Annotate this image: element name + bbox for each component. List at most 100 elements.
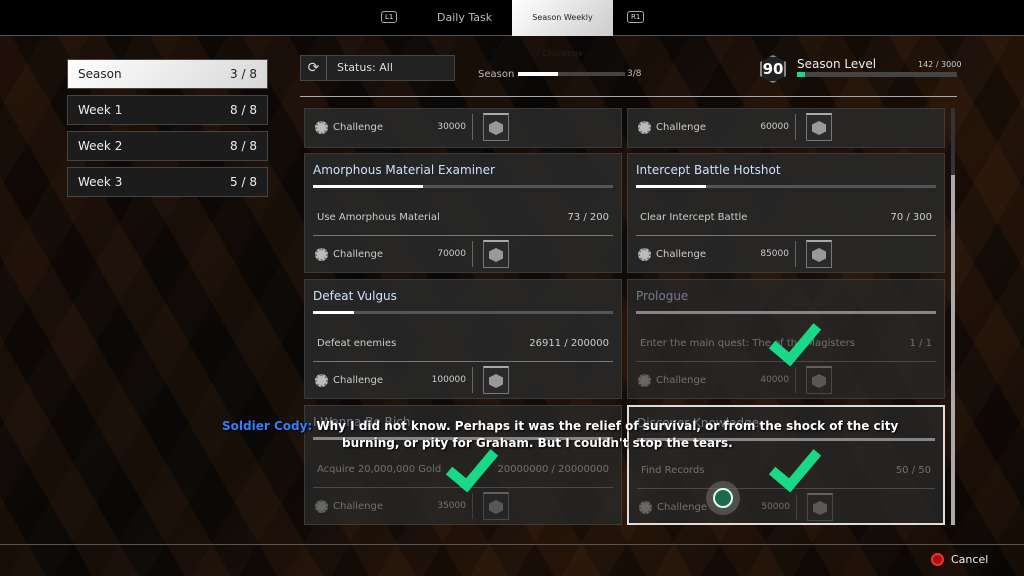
sidebar-item-label: Season: [78, 67, 122, 81]
top-tab-bar: L1 Daily Task Season Weekly Challenge R1: [0, 0, 1024, 58]
cancel-button[interactable]: Cancel: [931, 553, 988, 566]
status-filter-button[interactable]: ⟳ Status: All: [300, 55, 455, 81]
card-title-area: Intercept Battle Hotshot: [628, 154, 944, 196]
subtitle-line-2: burning, or pity for Graham. But I could…: [342, 436, 733, 450]
cancel-label: Cancel: [951, 553, 989, 566]
season-progress-value: 3/8: [627, 69, 642, 79]
gear-icon: [315, 247, 328, 261]
divider: [300, 96, 957, 97]
challenge-card[interactable]: Challenge 60000: [627, 108, 945, 148]
task-progress: 20000000 / 20000000: [497, 464, 609, 475]
card-progress-bar: [636, 185, 936, 188]
l1-button-icon[interactable]: L1: [381, 11, 398, 23]
card-progress-bar: [313, 185, 613, 188]
reward-points: 85000: [736, 241, 796, 267]
season-level-value: 142 / 3000: [918, 60, 962, 69]
subtitle-speaker: Soldier Cody:: [222, 419, 313, 433]
card-title: Defeat Vulgus: [313, 289, 397, 303]
task-description: Enter the main quest: The of the Magiste…: [640, 338, 855, 349]
reward-points: 30000: [413, 114, 473, 140]
season-progress-bar: [518, 72, 625, 76]
checkmark-icon: [434, 445, 494, 495]
reward-item-icon[interactable]: [806, 366, 832, 394]
reward-item-icon[interactable]: [806, 113, 832, 141]
cursor: [706, 481, 740, 515]
reward-label: Challenge: [656, 121, 706, 133]
scrollbar-thumb[interactable]: [951, 175, 955, 525]
reward-label: Challenge: [656, 248, 706, 260]
card-progress-bar: [636, 311, 936, 314]
reward-row: Challenge 70000: [305, 236, 621, 272]
sidebar-item-label: Week 3: [78, 175, 123, 189]
reward-label: Challenge: [333, 248, 383, 260]
gear-icon: [638, 373, 651, 387]
checkmark-icon: [757, 319, 817, 369]
sidebar-item-label: Week 2: [78, 139, 123, 153]
card-title-area: Defeat Vulgus: [305, 280, 621, 322]
task-description: Acquire 20,000,000 Gold: [317, 464, 442, 475]
card-title: Amorphous Material Examiner: [313, 163, 495, 177]
scrollbar[interactable]: [951, 108, 955, 525]
reward-row: Challenge 100000: [305, 362, 621, 398]
reward-points: 60000: [736, 114, 796, 140]
sidebar-item-season[interactable]: Season 3 / 8: [67, 59, 268, 89]
tab-daily-task[interactable]: Daily Task: [437, 0, 492, 36]
task-row: Clear Intercept Battle 70 / 300: [636, 200, 936, 236]
gear-icon: [638, 120, 651, 134]
reward-row: Challenge 30000: [305, 109, 621, 145]
gear-icon: [639, 500, 652, 514]
reward-item-icon[interactable]: [807, 493, 833, 521]
task-description: Use Amorphous Material: [317, 212, 440, 223]
sidebar-item-count: 5 / 8: [230, 175, 257, 189]
task-progress: 1 / 1: [909, 338, 932, 349]
gear-icon: [315, 499, 328, 513]
task-description: Defeat enemies: [317, 338, 397, 349]
task-progress: 73 / 200: [567, 212, 609, 223]
gear-icon: [315, 120, 328, 134]
reward-row: Challenge 85000: [628, 236, 944, 272]
r1-button-icon[interactable]: R1: [627, 11, 645, 23]
reward-item-icon[interactable]: [483, 492, 509, 520]
circle-button-icon: [931, 553, 944, 566]
challenge-card[interactable]: Amorphous Material Examiner Use Amorphou…: [304, 153, 622, 273]
reward-item-icon[interactable]: [483, 240, 509, 268]
season-level-bar: [797, 72, 957, 77]
task-row: Use Amorphous Material 73 / 200: [313, 200, 613, 236]
task-description: Find Records: [641, 465, 705, 476]
refresh-icon: ⟳: [301, 56, 327, 80]
reward-points: 70000: [413, 241, 473, 267]
card-title: Prologue: [636, 289, 689, 303]
challenge-card[interactable]: Challenge 30000: [304, 108, 622, 148]
challenge-card[interactable]: Intercept Battle Hotshot Clear Intercept…: [627, 153, 945, 273]
sidebar-item-week-3[interactable]: Week 3 5 / 8: [67, 167, 268, 197]
task-description: Clear Intercept Battle: [640, 212, 748, 223]
sidebar-item-label: Week 1: [78, 103, 123, 117]
card-title-area: Prologue: [628, 280, 944, 322]
checkmark-icon: [757, 445, 817, 495]
reward-points: 50000: [737, 494, 797, 520]
reward-label: Challenge: [333, 500, 383, 512]
card-title-area: Amorphous Material Examiner: [305, 154, 621, 196]
season-progress-label: Season: [478, 69, 515, 80]
reward-label: Challenge: [333, 374, 383, 386]
sidebar-item-count: 8 / 8: [230, 139, 257, 153]
reward-item-icon[interactable]: [806, 240, 832, 268]
footer-divider: [0, 544, 1024, 545]
reward-label: Challenge: [656, 374, 706, 386]
tab-season-weekly-challenge[interactable]: Season Weekly Challenge: [512, 0, 613, 58]
card-progress-bar: [313, 311, 613, 314]
challenge-card[interactable]: Defeat Vulgus Defeat enemies 26911 / 2000…: [304, 279, 622, 399]
sidebar-item-week-2[interactable]: Week 2 8 / 8: [67, 131, 268, 161]
sidebar-item-week-1[interactable]: Week 1 8 / 8: [67, 95, 268, 125]
season-level-label: Season Level: [797, 57, 877, 71]
reward-item-icon[interactable]: [483, 366, 509, 394]
reward-points: 100000: [413, 367, 473, 393]
task-progress: 70 / 300: [890, 212, 932, 223]
reward-points: 40000: [736, 367, 796, 393]
sidebar-item-count: 8 / 8: [230, 103, 257, 117]
subtitle-line-1: Why I did not know. Perhaps it was the r…: [316, 419, 899, 433]
reward-points: 35000: [413, 493, 473, 519]
gear-icon: [638, 247, 651, 261]
reward-row: Challenge 60000: [628, 109, 944, 145]
reward-item-icon[interactable]: [483, 113, 509, 141]
